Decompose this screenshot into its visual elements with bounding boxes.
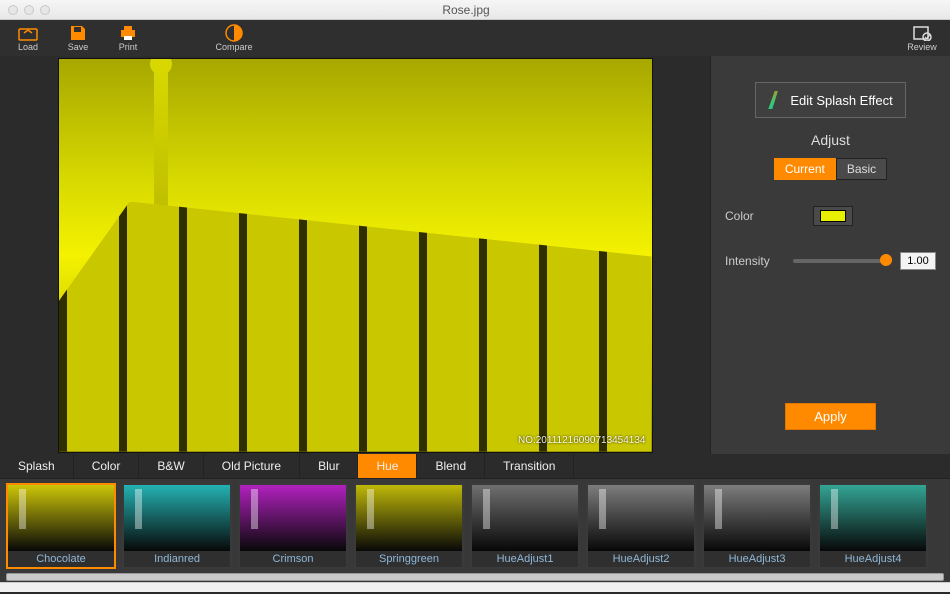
intensity-slider[interactable] [793, 259, 892, 263]
color-row: Color [725, 206, 936, 226]
edit-splash-button[interactable]: Edit Splash Effect [755, 82, 905, 118]
preset-hueadjust4[interactable]: HueAdjust4 [818, 483, 928, 569]
effect-tab-splash[interactable]: Splash [0, 454, 74, 478]
color-swatch-button[interactable] [813, 206, 853, 226]
review-icon [912, 24, 932, 42]
preset-caption: Chocolate [8, 551, 114, 567]
review-button[interactable]: Review [902, 21, 942, 55]
adjust-subtabs: Current Basic [725, 158, 936, 180]
panel-title: Adjust [725, 132, 936, 148]
apply-button[interactable]: Apply [785, 403, 876, 430]
edit-splash-label: Edit Splash Effect [790, 93, 892, 108]
color-swatch [820, 210, 846, 222]
effect-tab-hue[interactable]: Hue [358, 454, 417, 478]
effect-tab-old-picture[interactable]: Old Picture [204, 454, 300, 478]
preset-caption: HueAdjust2 [588, 551, 694, 567]
canvas-wrap: NO:20111216090713454134 [0, 56, 710, 454]
preset-thumb-image [356, 485, 462, 551]
effect-tab-blur[interactable]: Blur [300, 454, 358, 478]
preset-caption: Indianred [124, 551, 230, 567]
effect-tab-color[interactable]: Color [74, 454, 140, 478]
print-label: Print [119, 42, 138, 52]
preset-caption: Springgreen [356, 551, 462, 567]
strip-scrollbar[interactable] [6, 573, 944, 581]
preset-caption: HueAdjust3 [704, 551, 810, 567]
save-icon [68, 24, 88, 42]
compare-icon [224, 24, 244, 42]
preset-springgreen[interactable]: Springgreen [354, 483, 464, 569]
titlebar: Rose.jpg [0, 0, 950, 20]
preset-thumb-image [588, 485, 694, 551]
brush-icon [768, 91, 784, 109]
intensity-label: Intensity [725, 254, 781, 268]
preset-chocolate[interactable]: Chocolate [6, 483, 116, 569]
load-icon [18, 24, 38, 42]
effect-tab-transition[interactable]: Transition [485, 454, 574, 478]
adjust-panel: Edit Splash Effect Adjust Current Basic … [710, 56, 950, 454]
subtab-current[interactable]: Current [774, 158, 836, 180]
print-button[interactable]: Print [108, 21, 148, 55]
effect-tab-b-w[interactable]: B&W [139, 454, 203, 478]
main-area: NO:20111216090713454134 Edit Splash Effe… [0, 56, 950, 454]
preset-thumb-image [8, 485, 114, 551]
preset-hueadjust3[interactable]: HueAdjust3 [702, 483, 812, 569]
preset-strip-wrap: Chocolate Indianred Crimson Springgreen HueA… [0, 478, 950, 582]
bottom-bar [0, 582, 950, 592]
preset-hueadjust2[interactable]: HueAdjust2 [586, 483, 696, 569]
save-button[interactable]: Save [58, 21, 98, 55]
slider-knob[interactable] [880, 254, 892, 266]
preset-thumb-image [704, 485, 810, 551]
compare-button[interactable]: Compare [214, 21, 254, 55]
preset-thumb-image [240, 485, 346, 551]
window-title: Rose.jpg [0, 3, 942, 17]
preset-thumb-image [472, 485, 578, 551]
subtab-basic[interactable]: Basic [836, 158, 887, 180]
image-watermark: NO:20111216090713454134 [518, 435, 646, 446]
print-icon [118, 24, 138, 42]
load-button[interactable]: Load [8, 21, 48, 55]
effect-tab-blend[interactable]: Blend [417, 454, 485, 478]
main-toolbar: Load Save Print Compare Review [0, 20, 950, 56]
preset-crimson[interactable]: Crimson [238, 483, 348, 569]
preset-strip[interactable]: Chocolate Indianred Crimson Springgreen HueA… [6, 483, 944, 571]
preset-caption: HueAdjust1 [472, 551, 578, 567]
intensity-value[interactable] [900, 252, 936, 270]
intensity-row: Intensity [725, 252, 936, 270]
load-label: Load [18, 42, 38, 52]
image-canvas[interactable]: NO:20111216090713454134 [58, 58, 653, 453]
save-label: Save [68, 42, 89, 52]
preset-thumb-image [820, 485, 926, 551]
effect-tabs: SplashColorB&WOld PictureBlurHueBlendTra… [0, 454, 950, 478]
preset-indianred[interactable]: Indianred [122, 483, 232, 569]
preset-hueadjust1[interactable]: HueAdjust1 [470, 483, 580, 569]
preset-caption: Crimson [240, 551, 346, 567]
review-label: Review [907, 42, 937, 52]
compare-label: Compare [215, 42, 252, 52]
color-label: Color [725, 209, 781, 223]
preset-caption: HueAdjust4 [820, 551, 926, 567]
preset-thumb-image [124, 485, 230, 551]
